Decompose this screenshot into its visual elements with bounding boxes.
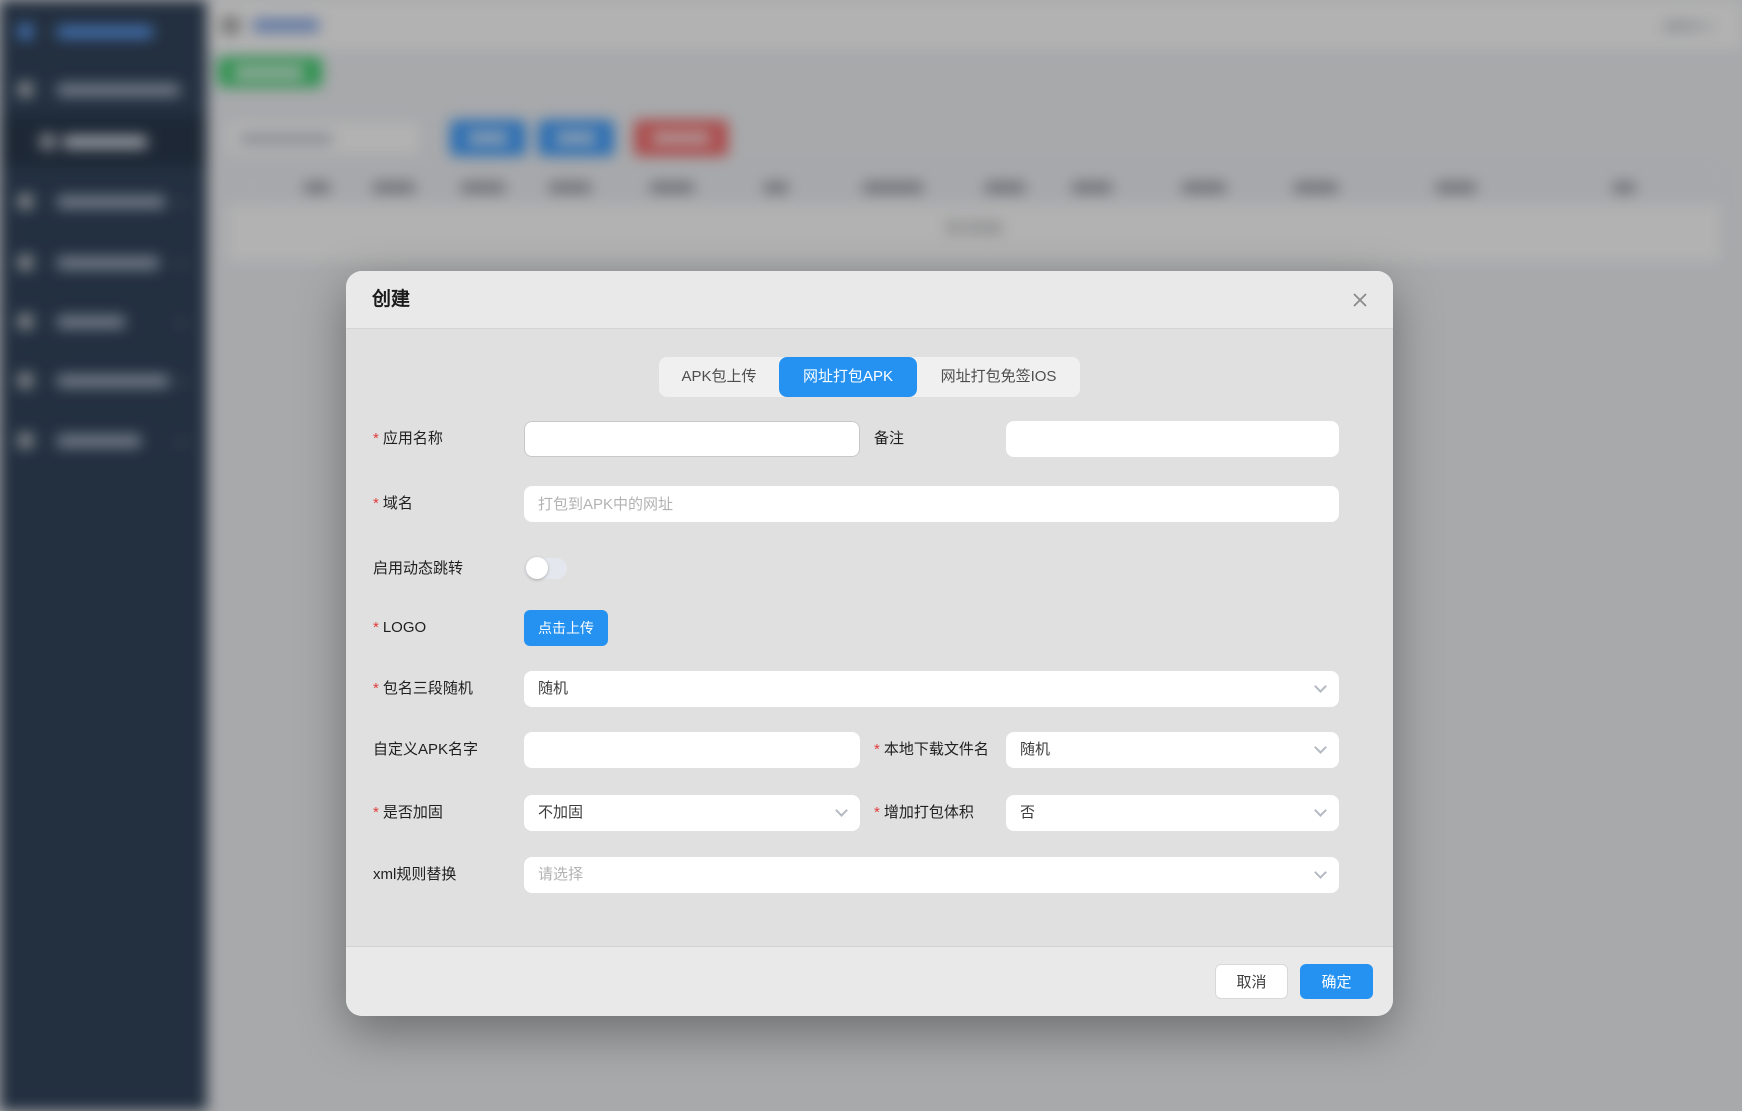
confirm-button[interactable]: 确定	[1300, 964, 1373, 999]
close-button[interactable]	[1347, 287, 1373, 313]
local-download-filename-label: * 本地下载文件名	[874, 741, 989, 758]
xml-rule-replace-label: xml规则替换	[373, 866, 457, 883]
create-dialog: 创建 APK包上传 网址打包APK 网址打包免签IOS * 应用名称 备注 * 域名…	[346, 271, 1393, 1016]
required-marker: *	[373, 495, 379, 512]
dialog-footer: 取消 确定	[346, 946, 1393, 1016]
package-name-random-select[interactable]: 随机	[524, 671, 1339, 707]
required-marker: *	[373, 430, 379, 447]
dialog-header: 创建	[346, 271, 1393, 329]
chevron-down-icon	[1314, 804, 1327, 817]
custom-apk-name-label: 自定义APK名字	[373, 741, 479, 758]
chevron-down-icon	[1314, 866, 1327, 879]
dialog-tabs: APK包上传 网址打包APK 网址打包免签IOS	[659, 357, 1080, 397]
tab-url-pack-ios[interactable]: 网址打包免签IOS	[917, 357, 1080, 397]
custom-apk-name-input[interactable]	[524, 732, 860, 768]
app-name-label: * 应用名称	[373, 430, 443, 447]
tab-url-pack-apk[interactable]: 网址打包APK	[779, 357, 917, 397]
dynamic-redirect-toggle[interactable]	[525, 557, 567, 579]
local-download-filename-select[interactable]: 随机	[1006, 732, 1339, 768]
hardening-select[interactable]: 不加固	[524, 795, 860, 831]
cancel-button[interactable]: 取消	[1215, 964, 1288, 999]
app-name-input[interactable]	[524, 421, 860, 457]
chevron-down-icon	[835, 804, 848, 817]
remark-label: 备注	[874, 430, 905, 447]
logo-upload-button[interactable]: 点击上传	[524, 610, 608, 646]
tab-apk-upload[interactable]: APK包上传	[659, 357, 779, 397]
package-name-random-label: * 包名三段随机	[373, 680, 473, 697]
dialog-title: 创建	[372, 289, 411, 310]
logo-label: * LOGO	[373, 619, 427, 636]
close-icon	[1353, 293, 1367, 307]
required-marker: *	[874, 804, 880, 821]
increase-package-size-select[interactable]: 否	[1006, 795, 1339, 831]
domain-label: * 域名	[373, 495, 413, 512]
required-marker: *	[874, 741, 880, 758]
increase-package-size-label: * 增加打包体积	[874, 804, 974, 821]
chevron-down-icon	[1314, 680, 1327, 693]
required-marker: *	[373, 680, 379, 697]
xml-rule-replace-select[interactable]: 请选择	[524, 857, 1339, 893]
required-marker: *	[373, 619, 379, 636]
hardening-label: * 是否加固	[373, 804, 443, 821]
dynamic-redirect-label: 启用动态跳转	[373, 560, 464, 577]
chevron-down-icon	[1314, 741, 1327, 754]
domain-input[interactable]	[524, 486, 1339, 522]
remark-input[interactable]	[1006, 421, 1339, 457]
required-marker: *	[373, 804, 379, 821]
toggle-knob	[526, 557, 548, 579]
